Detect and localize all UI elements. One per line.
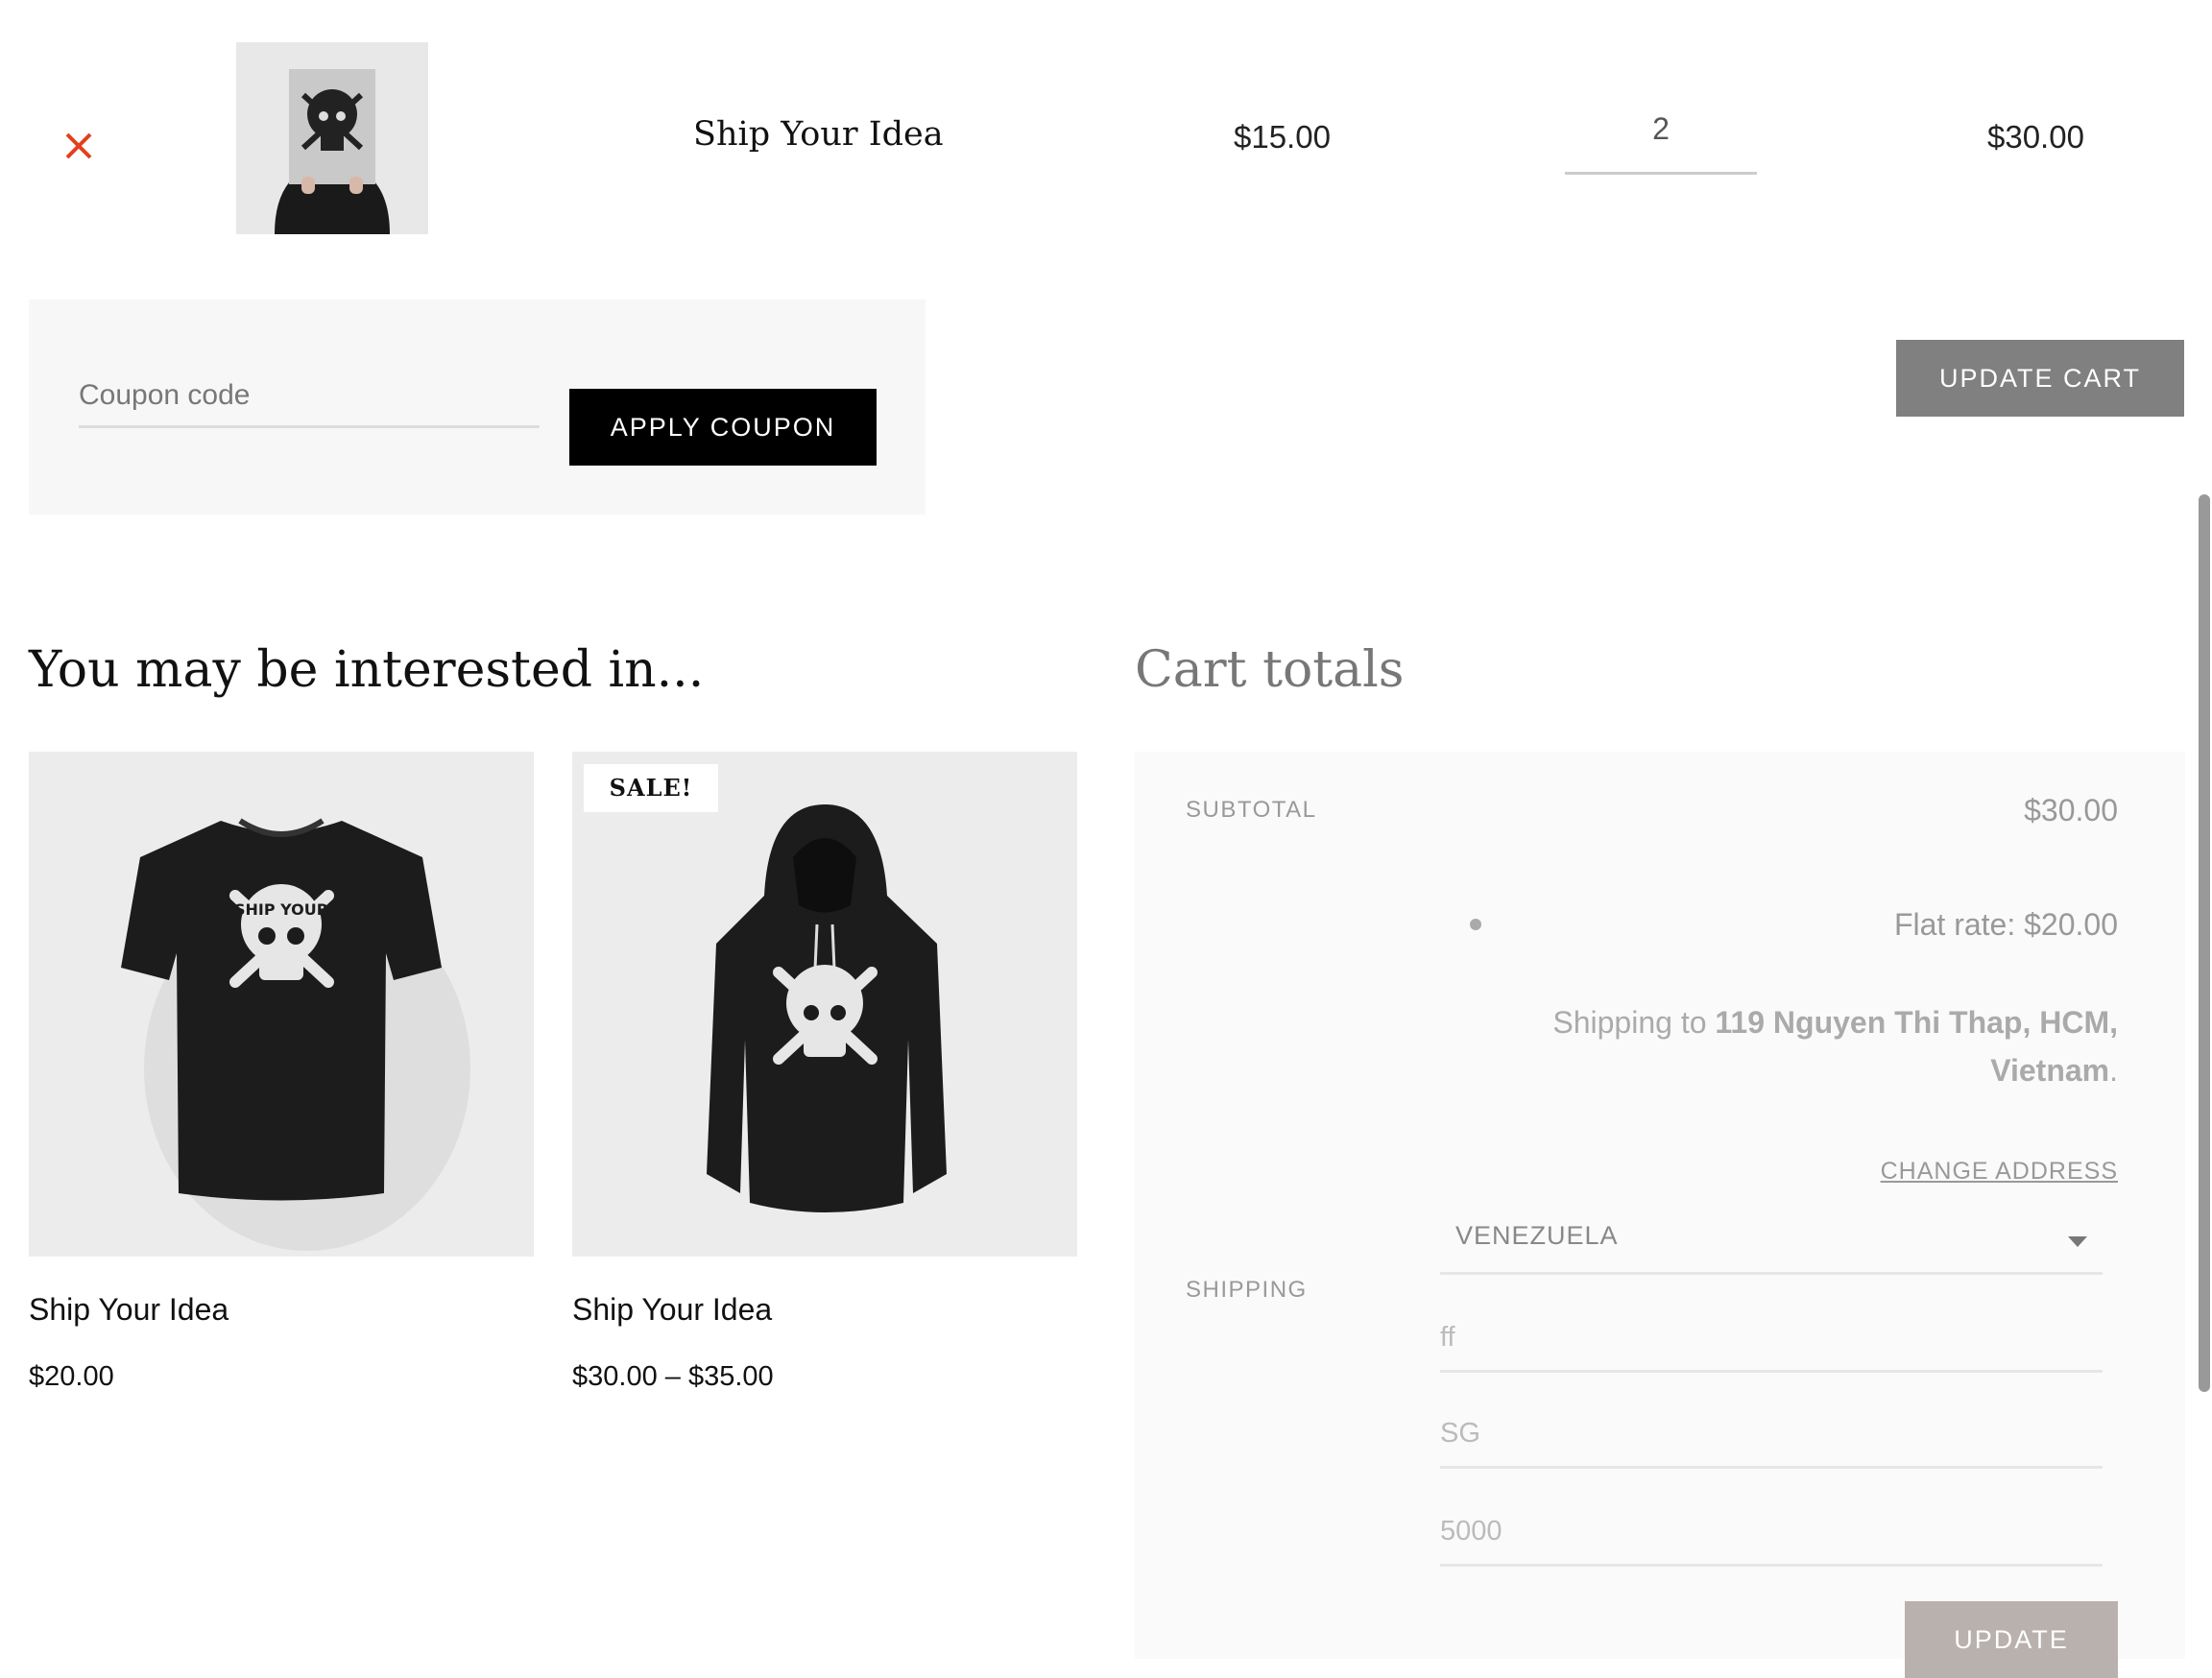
shipping-destination: Shipping to 119 Nguyen Thi Thap, HCM, Vi… [1427, 998, 2118, 1094]
city-field[interactable] [1440, 1402, 2103, 1469]
shipping-to-suffix: . [2109, 1053, 2118, 1088]
state-field[interactable] [1440, 1306, 2103, 1373]
postcode-field[interactable] [1440, 1499, 2103, 1567]
tshirt-image: SHIP YOUR [29, 752, 534, 1257]
product-thumbnail[interactable] [236, 42, 428, 234]
product-card-name[interactable]: Ship Your Idea [572, 1292, 772, 1328]
chevron-down-icon [2068, 1236, 2087, 1247]
shipping-address: 119 Nguyen Thi Thap, HCM, Vietnam [1715, 1005, 2118, 1088]
update-cart-button[interactable]: UPDATE CART [1896, 340, 2184, 417]
flat-rate-label[interactable]: Flat rate: $20.00 [1894, 907, 2118, 943]
product-card-image-tshirt[interactable]: SHIP YOUR [29, 752, 534, 1257]
cart-totals-title: Cart totals [1135, 641, 1405, 699]
scrollbar-thumb[interactable] [2199, 494, 2210, 1392]
update-shipping-button[interactable]: UPDATE [1905, 1601, 2118, 1678]
hoodie-image [572, 752, 1077, 1257]
country-value: VENEZUELA [1455, 1221, 1619, 1250]
cart-product-name[interactable]: Ship Your Idea [693, 115, 944, 154]
change-address-link[interactable]: CHANGE ADDRESS [1881, 1158, 2118, 1186]
shipping-label: SHIPPING [1186, 1277, 1308, 1303]
subtotal-value: $30.00 [2024, 793, 2118, 827]
coupon-code-input[interactable] [79, 365, 540, 428]
shipping-to-prefix: Shipping to [1552, 1005, 1716, 1040]
product-card-price: $20.00 [29, 1361, 114, 1392]
remove-item-button[interactable] [60, 127, 98, 165]
product-card-image-hoodie[interactable] [572, 752, 1077, 1257]
apply-coupon-button[interactable]: APPLY COUPON [569, 389, 877, 466]
subtotal-label: SUBTOTAL [1186, 797, 1317, 823]
line-total: $30.00 [1987, 119, 2084, 155]
product-card-price: $30.00 – $35.00 [572, 1361, 774, 1392]
poster-image [236, 42, 428, 234]
shipping-method-radio[interactable] [1470, 919, 1481, 930]
product-card-name[interactable]: Ship Your Idea [29, 1292, 228, 1328]
cross-sells-title: You may be interested in... [29, 641, 705, 699]
svg-text:SHIP YOUR: SHIP YOUR [234, 900, 328, 919]
unit-price: $15.00 [1234, 119, 1331, 155]
country-select[interactable]: VENEZUELA [1440, 1208, 2103, 1275]
close-icon [65, 132, 92, 159]
quantity-input[interactable] [1565, 96, 1757, 175]
sale-badge: SALE! [584, 764, 718, 812]
